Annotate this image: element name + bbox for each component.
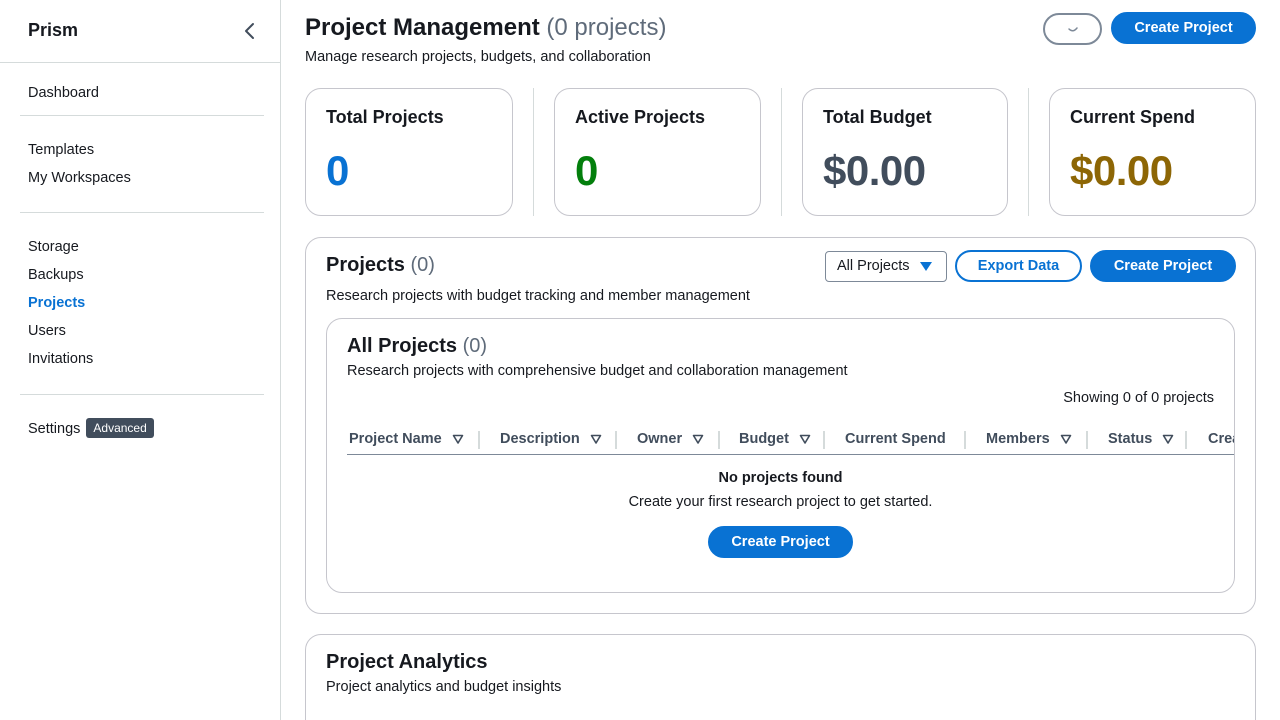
column-divider xyxy=(964,431,966,449)
stat-divider xyxy=(533,88,534,216)
column-header-members[interactable]: Members xyxy=(986,423,1072,455)
projects-count: (0) xyxy=(410,254,435,276)
stat-card-total-projects: Total Projects 0 xyxy=(305,88,513,216)
table-header: Project Name Description Owner Budget Cu… xyxy=(347,423,1234,455)
analytics-heading: Project Analytics xyxy=(326,651,488,673)
empty-state-title: No projects found xyxy=(718,470,843,486)
sidebar-item-invitations[interactable]: Invitations xyxy=(20,345,260,373)
refresh-icon xyxy=(1067,27,1078,32)
stat-label: Total Projects xyxy=(326,107,444,127)
sidebar-divider xyxy=(20,115,264,116)
sort-icon xyxy=(452,433,464,445)
column-label: Project Name xyxy=(349,431,442,447)
stat-card-total-budget: Total Budget $0.00 xyxy=(802,88,1008,216)
page-title-text: Project Management xyxy=(305,14,540,41)
column-header-description[interactable]: Description xyxy=(500,423,602,455)
sort-icon xyxy=(1060,433,1072,445)
column-header-status[interactable]: Status xyxy=(1108,423,1174,455)
caret-down-icon xyxy=(920,262,932,271)
column-divider xyxy=(1185,431,1187,449)
showing-count: Showing 0 of 0 projects xyxy=(1063,390,1214,406)
projects-table-container: All Projects (0) Research projects with … xyxy=(326,318,1235,593)
stat-label: Total Budget xyxy=(823,107,932,127)
stat-divider xyxy=(1028,88,1029,216)
sidebar-item-templates[interactable]: Templates xyxy=(20,136,260,164)
column-label: Current Spend xyxy=(845,431,946,447)
app-title: Prism xyxy=(28,20,79,40)
chevron-left-icon[interactable] xyxy=(240,20,260,42)
empty-state-description: Create your first research project to ge… xyxy=(628,494,933,510)
sidebar-item-backups[interactable]: Backups xyxy=(20,261,260,289)
stat-card-active-projects: Active Projects 0 xyxy=(554,88,761,216)
analytics-description: Project analytics and budget insights xyxy=(326,679,562,695)
sidebar-item-projects[interactable]: Projects xyxy=(20,289,260,317)
column-header-current-spend[interactable]: Current Spend xyxy=(845,423,946,455)
stat-value: 0 xyxy=(326,147,349,194)
column-header-budget[interactable]: Budget xyxy=(739,423,811,455)
sidebar-item-settings-label: Settings xyxy=(28,421,81,437)
column-divider xyxy=(615,431,617,449)
project-filter-select[interactable]: All Projects xyxy=(825,251,947,282)
sidebar-item-settings[interactable]: Settings Advanced xyxy=(20,415,260,443)
all-projects-heading: All Projects (0) xyxy=(347,335,487,358)
column-header-project-name[interactable]: Project Name xyxy=(349,423,464,455)
sidebar-divider xyxy=(20,212,264,213)
sidebar-divider xyxy=(20,394,264,395)
create-project-header-button[interactable]: Create Project xyxy=(1111,12,1256,44)
column-header-owner[interactable]: Owner xyxy=(637,423,704,455)
page-subtitle: Manage research projects, budgets, and c… xyxy=(305,49,651,65)
column-label: Description xyxy=(500,431,580,447)
main-content: Project Management (0 projects) Manage r… xyxy=(281,0,1280,720)
stat-label: Current Spend xyxy=(1070,107,1196,127)
column-label: Members xyxy=(986,431,1050,447)
create-project-button[interactable]: Create Project xyxy=(1090,250,1236,282)
sort-icon xyxy=(799,433,811,445)
column-label: Owner xyxy=(637,431,683,447)
sidebar-header: Prism xyxy=(0,0,280,63)
sidebar-item-users[interactable]: Users xyxy=(20,317,260,345)
column-divider xyxy=(823,431,825,449)
projects-description: Research projects with budget tracking a… xyxy=(326,288,750,304)
sidebar-item-dashboard[interactable]: Dashboard xyxy=(20,79,260,107)
project-count: (0 projects) xyxy=(546,14,667,41)
column-divider xyxy=(478,431,480,449)
column-divider xyxy=(1086,431,1088,449)
page-title: Project Management (0 projects) xyxy=(305,14,666,42)
sidebar-item-storage[interactable]: Storage xyxy=(20,233,260,261)
stat-label: Active Projects xyxy=(575,107,706,127)
all-projects-description: Research projects with comprehensive bud… xyxy=(347,363,848,379)
stat-value: $0.00 xyxy=(1070,147,1173,194)
project-filter-value: All Projects xyxy=(837,258,910,274)
column-divider xyxy=(718,431,720,449)
stat-value: 0 xyxy=(575,147,598,194)
stat-value: $0.00 xyxy=(823,147,926,194)
export-data-button[interactable]: Export Data xyxy=(955,250,1082,282)
column-label: Crea xyxy=(1208,431,1234,447)
analytics-container: Project Analytics Project analytics and … xyxy=(305,634,1256,720)
empty-create-project-button[interactable]: Create Project xyxy=(708,526,853,558)
all-projects-heading-text: All Projects xyxy=(347,335,458,357)
refresh-button[interactable] xyxy=(1043,13,1102,45)
sort-icon xyxy=(590,433,602,445)
sidebar-item-my-workspaces[interactable]: My Workspaces xyxy=(20,164,260,192)
projects-heading-text: Projects xyxy=(326,254,405,276)
sort-icon xyxy=(1162,433,1174,445)
all-projects-count: (0) xyxy=(462,335,488,357)
sort-icon xyxy=(692,433,704,445)
stat-card-current-spend: Current Spend $0.00 xyxy=(1049,88,1256,216)
column-label: Status xyxy=(1108,431,1153,447)
projects-heading: Projects (0) xyxy=(326,254,435,277)
column-header-created[interactable]: Crea xyxy=(1208,423,1234,455)
column-label: Budget xyxy=(739,431,789,447)
sidebar: Prism Dashboard Templates My Workspaces … xyxy=(0,0,281,720)
advanced-badge: Advanced xyxy=(86,418,154,438)
projects-container: Projects (0) Research projects with budg… xyxy=(305,237,1256,614)
stat-divider xyxy=(781,88,782,216)
